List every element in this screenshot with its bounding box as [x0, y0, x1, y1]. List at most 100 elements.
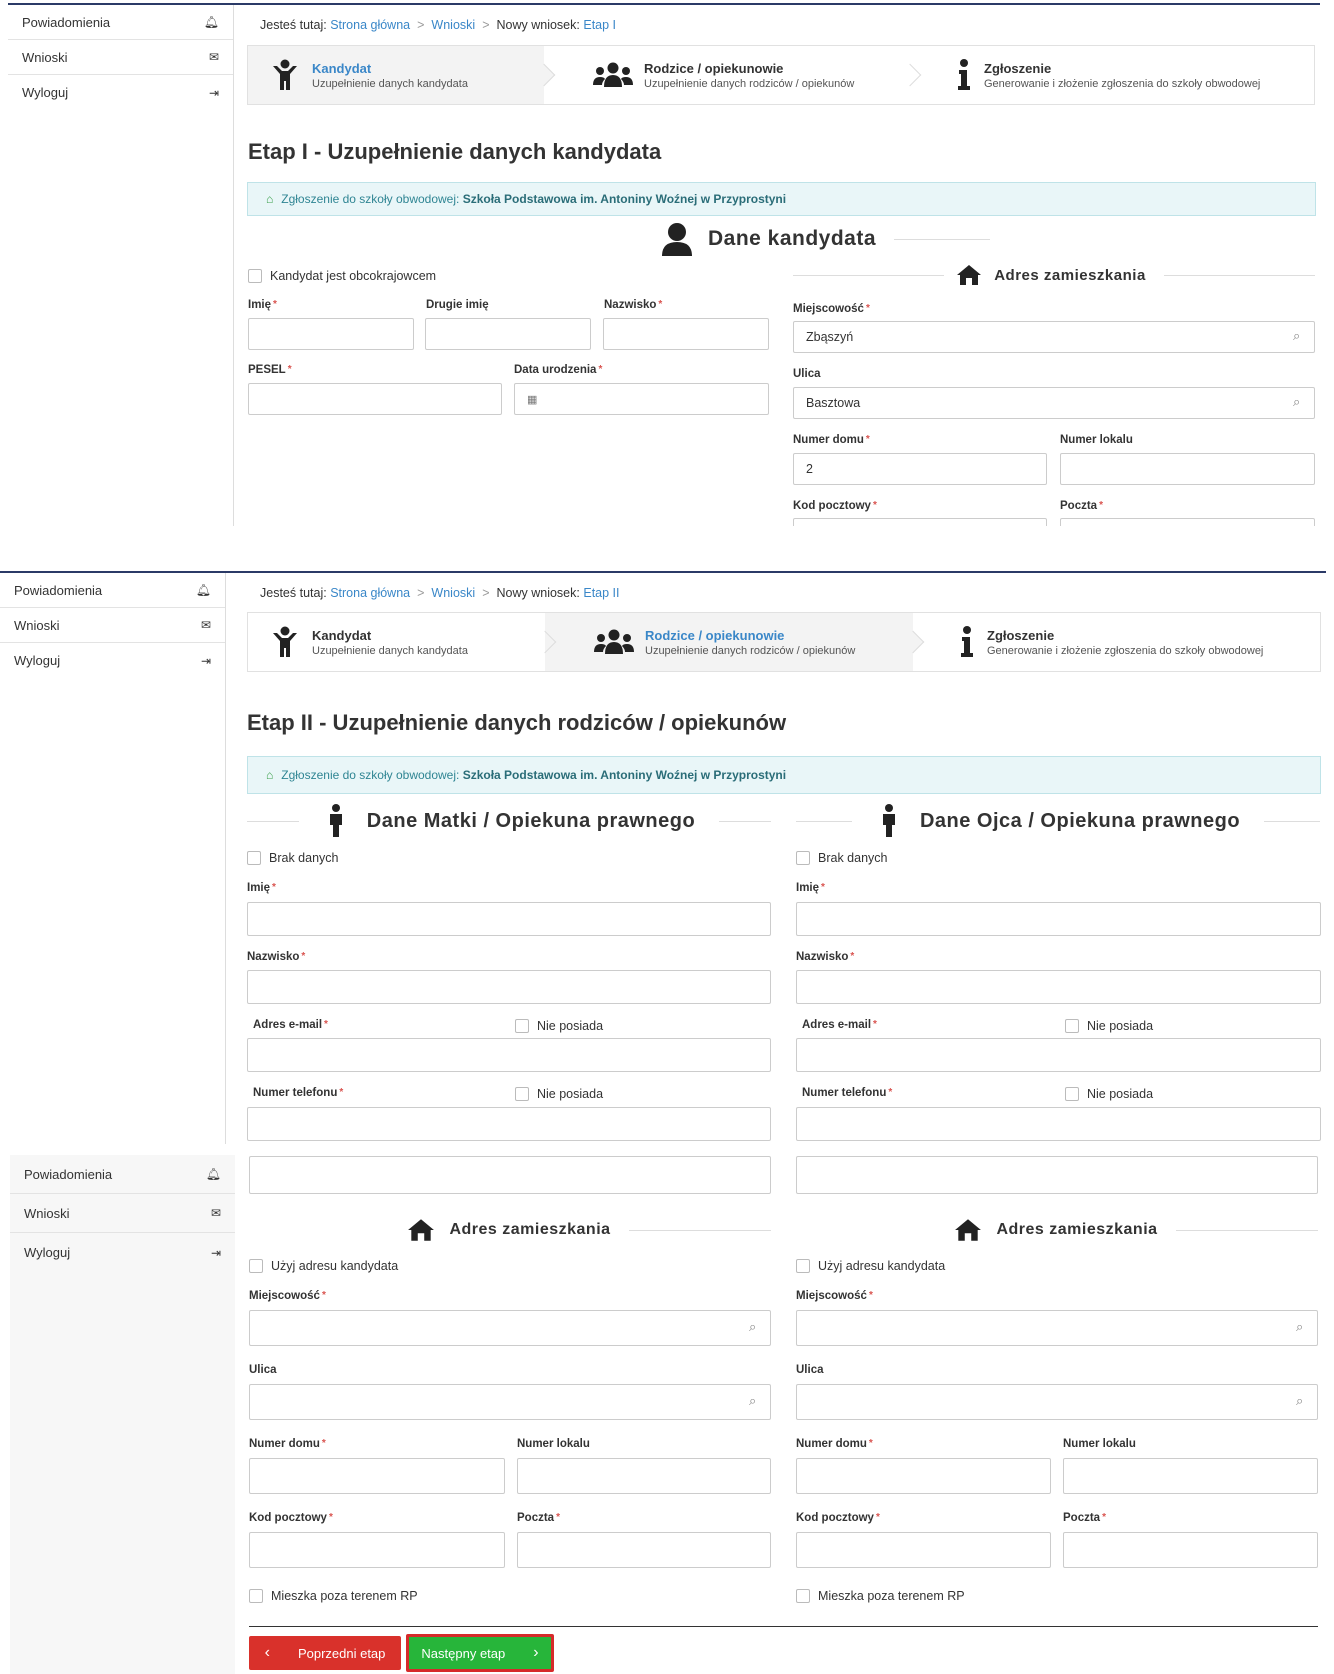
house-number-field[interactable]	[793, 453, 1047, 485]
father-city-field[interactable]	[796, 1310, 1318, 1346]
bell-icon: 🔔︎	[203, 15, 219, 29]
father-email-none-checkbox[interactable]: Nie posiada	[1065, 1019, 1153, 1033]
divider	[796, 1230, 938, 1231]
sidebar-item-requests[interactable]: Wnioski ✉	[0, 608, 225, 643]
step-submission[interactable]: Zgłoszenie Generowanie i złożenie zgłosze…	[913, 613, 1320, 671]
mother-use-candidate-address-checkbox[interactable]: Użyj adresu kandydata	[249, 1259, 398, 1273]
step-parents[interactable]: Rodzice / opiekunowie Uzupełnienie danych…	[545, 613, 925, 671]
breadcrumb-prefix: Jesteś tutaj:	[260, 586, 327, 600]
street-label: Ulica	[793, 368, 821, 380]
mother-phone-field-continued[interactable]	[249, 1156, 771, 1194]
second-name-field[interactable]	[425, 318, 591, 350]
breadcrumb-requests-link[interactable]: Wnioski	[431, 586, 475, 600]
checkbox-label: Nie posiada	[1087, 1087, 1154, 1101]
mother-first-name-field[interactable]	[247, 902, 771, 936]
mother-flat-number-field[interactable]	[517, 1458, 771, 1494]
mother-postal-code-field[interactable]	[249, 1532, 505, 1568]
divider	[719, 820, 771, 822]
mother-surname-field[interactable]	[247, 970, 771, 1004]
sidebar-item-notifications[interactable]: Powiadomienia 🔔︎	[10, 1155, 235, 1194]
father-house-number-field[interactable]	[796, 1458, 1051, 1494]
father-post-office-field[interactable]	[1063, 1532, 1318, 1568]
father-use-candidate-address-checkbox[interactable]: Użyj adresu kandydata	[796, 1259, 945, 1273]
breadcrumb-stage-link[interactable]: Etap II	[583, 586, 619, 600]
mother-house-number-field[interactable]	[249, 1458, 505, 1494]
mother-phone-none-checkbox[interactable]: Nie posiada	[515, 1087, 603, 1101]
next-stage-button[interactable]: Następny etap ›	[406, 1634, 554, 1672]
father-first-name-field[interactable]	[796, 902, 1321, 936]
checkbox-box[interactable]	[796, 1589, 810, 1603]
first-name-label: Imię *	[248, 299, 277, 311]
breadcrumb-requests-link[interactable]: Wnioski	[431, 18, 475, 32]
breadcrumb-stage-link[interactable]: Etap I	[583, 18, 616, 32]
mother-city-field[interactable]	[249, 1310, 771, 1346]
search-icon[interactable]: ⌕	[1293, 328, 1300, 344]
breadcrumb-home-link[interactable]: Strona główna	[330, 18, 410, 32]
sidebar-item-logout[interactable]: Wyloguj ⇥	[10, 1233, 235, 1272]
checkbox-box[interactable]	[249, 1259, 263, 1273]
father-phone-field[interactable]	[796, 1107, 1321, 1141]
surname-field[interactable]	[603, 318, 769, 350]
birth-date-field[interactable]: ▦	[514, 383, 769, 415]
father-abroad-checkbox[interactable]: Mieszka poza terenem RP	[796, 1589, 965, 1603]
sidebar-item-requests[interactable]: Wnioski ✉	[8, 40, 233, 75]
divider	[1264, 820, 1321, 822]
sidebar-item-notifications[interactable]: Powiadomienia 🔔︎	[0, 573, 225, 608]
search-icon[interactable]: ⌕	[1293, 394, 1300, 410]
checkbox-box[interactable]	[796, 1259, 810, 1273]
sidebar-item-requests[interactable]: Wnioski ✉	[10, 1194, 235, 1233]
sidebar-item-logout[interactable]: Wyloguj ⇥	[0, 643, 225, 678]
mother-abroad-checkbox[interactable]: Mieszka poza terenem RP	[249, 1589, 418, 1603]
father-phone-field-continued[interactable]	[796, 1156, 1318, 1194]
breadcrumb-home-link[interactable]: Strona główna	[330, 586, 410, 600]
father-flat-number-field[interactable]	[1063, 1458, 1318, 1494]
checkbox-box[interactable]	[515, 1019, 529, 1033]
pesel-field[interactable]	[248, 383, 502, 415]
step-submission[interactable]: Zgłoszenie Generowanie i złożenie zgłosze…	[910, 46, 1314, 104]
father-postal-code-field[interactable]	[796, 1532, 1051, 1568]
checkbox-box[interactable]	[796, 851, 810, 865]
city-field[interactable]	[793, 321, 1315, 353]
father-phone-none-checkbox[interactable]: Nie posiada	[1065, 1087, 1153, 1101]
checkbox-box[interactable]	[1065, 1019, 1079, 1033]
first-name-field[interactable]	[248, 318, 414, 350]
search-icon[interactable]: ⌕	[749, 1319, 756, 1335]
mother-phone-field[interactable]	[247, 1107, 771, 1141]
sidebar-item-logout[interactable]: Wyloguj ⇥	[8, 75, 233, 110]
step-candidate[interactable]: Kandydat Uzupełnienie danych kandydata	[248, 613, 557, 671]
mother-street-field[interactable]	[249, 1384, 771, 1420]
checkbox-box[interactable]	[1065, 1087, 1079, 1101]
checkbox-box[interactable]	[249, 1589, 263, 1603]
chevron-left-icon: ‹	[264, 1644, 270, 1661]
chevron-right-icon: >	[417, 18, 425, 32]
mother-email-field[interactable]	[247, 1038, 771, 1072]
father-section-header: Dane Ojca / Opiekuna prawnego	[796, 804, 1321, 838]
sidebar: Powiadomienia 🔔︎ Wnioski ✉ Wyloguj ⇥	[10, 1155, 235, 1674]
postal-code-field[interactable]	[793, 518, 1047, 526]
step-parents[interactable]: Rodzice / opiekunowie Uzupełnienie danych…	[544, 46, 922, 104]
father-surname-field[interactable]	[796, 970, 1321, 1004]
mother-post-office-field[interactable]	[517, 1532, 771, 1568]
search-icon[interactable]: ⌕	[1296, 1319, 1303, 1335]
search-icon[interactable]: ⌕	[749, 1393, 756, 1409]
foreigner-checkbox[interactable]: Kandydat jest obcokrajowcem	[248, 269, 436, 283]
father-no-data-checkbox[interactable]: Brak danych	[796, 851, 887, 865]
bell-icon: 🔔︎	[195, 583, 211, 597]
user-icon	[661, 223, 692, 256]
mother-email-none-checkbox[interactable]: Nie posiada	[515, 1019, 603, 1033]
post-office-field[interactable]	[1060, 518, 1315, 526]
checkbox-box[interactable]	[515, 1087, 529, 1101]
checkbox-box[interactable]	[248, 269, 262, 283]
chevron-right-icon: >	[417, 586, 425, 600]
father-email-field[interactable]	[796, 1038, 1321, 1072]
previous-stage-button[interactable]: ‹ Poprzedni etap	[249, 1636, 401, 1670]
checkbox-box[interactable]	[247, 851, 261, 865]
step-candidate[interactable]: Kandydat Uzupełnienie danych kandydata	[248, 46, 556, 104]
flat-number-field[interactable]	[1060, 453, 1315, 485]
father-street-field[interactable]	[796, 1384, 1318, 1420]
sidebar-item-label: Wyloguj	[22, 85, 69, 100]
street-field[interactable]	[793, 387, 1315, 419]
search-icon[interactable]: ⌕	[1296, 1393, 1303, 1409]
mother-no-data-checkbox[interactable]: Brak danych	[247, 851, 338, 865]
sidebar-item-notifications[interactable]: Powiadomienia 🔔︎	[8, 5, 233, 40]
